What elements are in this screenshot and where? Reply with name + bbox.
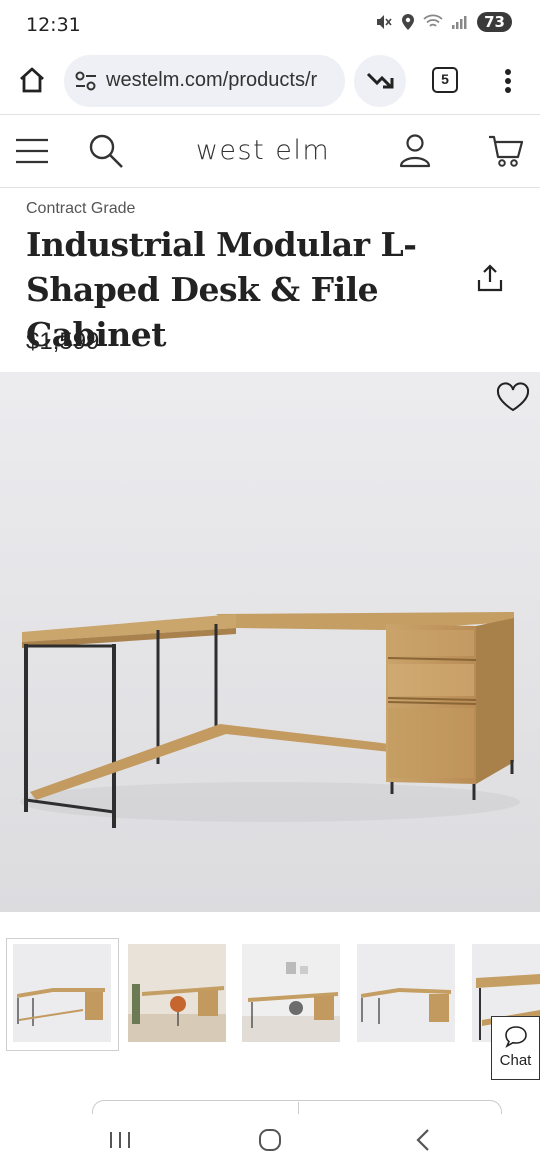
thumbnail-desk-image [13, 944, 111, 1042]
search-icon[interactable] [88, 133, 124, 169]
battery-indicator: 73 [477, 12, 512, 32]
bottom-sheet-divider [298, 1102, 299, 1114]
status-time: 12:31 [26, 14, 81, 36]
product-hero-image[interactable] [0, 372, 540, 912]
site-header: west elm [0, 114, 540, 188]
share-icon[interactable] [476, 264, 504, 294]
thumbnail-office-image [242, 944, 340, 1042]
status-bar: 12:31 73 [0, 0, 540, 50]
wifi-icon [423, 14, 443, 27]
thumbnail-1[interactable] [13, 944, 111, 1042]
menu-icon[interactable] [16, 137, 48, 165]
more-vert-icon [505, 69, 511, 93]
home-nav-icon[interactable] [258, 1128, 282, 1152]
signal-icon [452, 16, 467, 29]
brand-logo[interactable]: west elm [180, 135, 346, 166]
mute-icon [377, 15, 392, 29]
thumbnail-strip [0, 936, 540, 1054]
tune-icon[interactable] [74, 70, 98, 92]
address-bar[interactable]: westelm.com/products/r [64, 55, 345, 107]
status-icons: 73 [375, 12, 512, 32]
product-price: $1,599 [26, 328, 100, 355]
chat-bubble-icon [505, 1026, 527, 1048]
more-menu-button[interactable] [496, 64, 520, 98]
home-icon [20, 67, 44, 93]
home-button[interactable] [16, 64, 50, 98]
location-icon [402, 14, 415, 30]
browser-toolbar: westelm.com/products/r 5 [0, 50, 540, 114]
system-nav-bar [0, 1114, 540, 1170]
chat-label: Chat [499, 1052, 532, 1069]
thumbnail-4[interactable] [357, 944, 455, 1042]
thumbnail-3[interactable] [242, 944, 340, 1042]
trending-icon [366, 72, 394, 89]
thumbnail-2[interactable] [128, 944, 226, 1042]
thumbnail-room-image [128, 944, 226, 1042]
recents-icon[interactable] [108, 1130, 132, 1150]
product-brand-line[interactable]: Contract Grade [26, 200, 135, 218]
desk-photo [0, 372, 540, 912]
bottom-sheet-edge [92, 1100, 502, 1114]
url-text: westelm.com/products/r [106, 69, 318, 91]
account-icon[interactable] [398, 133, 432, 169]
thumbnail-desk-angle-image [357, 944, 455, 1042]
wishlist-heart-icon[interactable] [496, 382, 530, 412]
cart-icon[interactable] [488, 133, 524, 169]
back-icon[interactable] [414, 1128, 432, 1152]
chat-button[interactable]: Chat [491, 1016, 540, 1080]
trending-button[interactable] [354, 55, 406, 107]
tab-switcher-button[interactable]: 5 [432, 67, 458, 93]
